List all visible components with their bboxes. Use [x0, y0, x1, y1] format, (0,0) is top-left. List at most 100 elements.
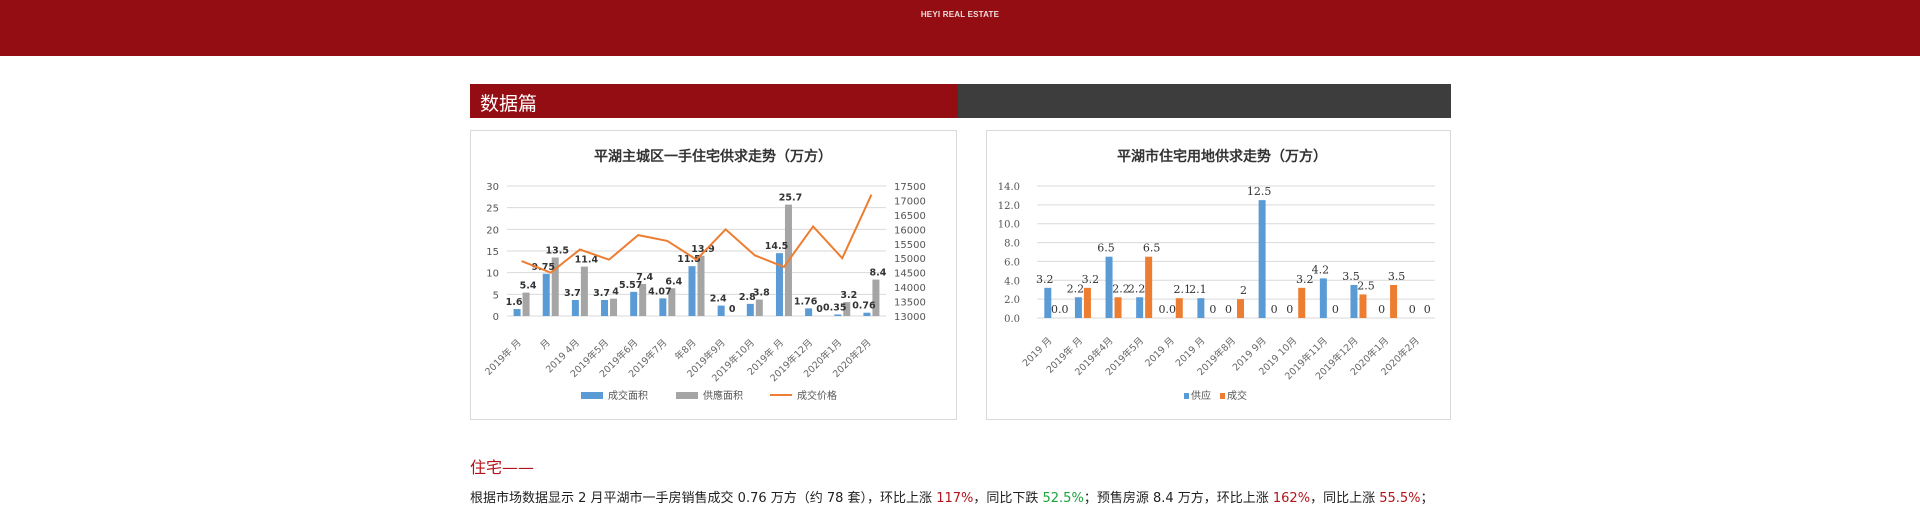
data-label: 14.5: [765, 241, 788, 252]
section-header: 数据篇: [470, 84, 1451, 118]
data-label: 3.7: [593, 288, 610, 299]
legend-label: 供应: [1191, 389, 1211, 402]
housing-subheading: 住宅——: [470, 458, 535, 477]
bar-deal-area: [834, 314, 842, 316]
data-label: 3.5: [1388, 270, 1406, 283]
y-tick-label: 10.0: [998, 220, 1020, 231]
x-tick-label: 2019 月: [1143, 335, 1177, 369]
data-label: 0.35: [823, 302, 846, 313]
y-tick-label: 10: [486, 269, 499, 280]
y-tick-label: 4.0: [1004, 276, 1020, 287]
bar-deal-area: [717, 305, 725, 316]
data-label: 3.7: [564, 288, 581, 299]
data-label: 3.8: [753, 288, 770, 299]
bar-deal: [1145, 256, 1153, 318]
legend-swatch-supply: [1184, 393, 1189, 399]
y2-tick-label: 17000: [894, 196, 926, 207]
bar-deal: [1298, 287, 1306, 318]
y-tick-label: 14.0: [998, 182, 1020, 193]
y-tick-label: 8.0: [1004, 239, 1020, 250]
bar-deal: [1175, 298, 1183, 318]
bar-supply-area: [610, 298, 618, 316]
land-supply-demand-chart: 平湖市住宅用地供求走势（万方） 0.0 2.0 4.0 6.0 8.0 10.0 12.0 14…: [998, 148, 1435, 402]
chart-panel-land: 平湖市住宅用地供求走势（万方） 0.0 2.0 4.0 6.0 8.0 10.0 12.0 14…: [986, 130, 1451, 420]
data-label: 1.6: [506, 297, 523, 308]
summary-text-3: ；预售房源 8.4 万方，环比上涨: [1083, 491, 1273, 506]
y-tick-label: 6.0: [1004, 257, 1020, 268]
legend-label: 供應面积: [703, 389, 743, 402]
bar-deal-area: [513, 309, 521, 316]
data-label: 6.5: [1097, 242, 1115, 255]
data-label: 7.4: [636, 272, 653, 283]
y2-tick-label: 14500: [894, 269, 926, 280]
bar-deal: [1359, 294, 1367, 318]
y-tick-label: 0: [493, 312, 499, 323]
y-tick-label: 15: [486, 247, 499, 258]
data-label: 0: [1271, 303, 1278, 316]
bar-deal: [1390, 285, 1398, 318]
data-label: 2.2: [1128, 282, 1146, 295]
data-label: 6.4: [665, 276, 682, 287]
data-label: 0.76: [852, 301, 876, 312]
bar-supply: [1136, 297, 1144, 318]
chart-panel-housing: 平湖主城区一手住宅供求走势（万方） 0 5 10 15 20 25 30 13000 13500 1…: [470, 130, 957, 420]
x-tick-label: 2019年 月: [483, 337, 524, 378]
bar-deal: [1114, 297, 1122, 318]
data-label: 6.5: [1143, 242, 1161, 255]
data-label: 0: [1424, 303, 1431, 316]
bar-supply: [1197, 298, 1205, 318]
bar-deal-area: [571, 299, 579, 316]
legend-swatch-deal: [581, 392, 603, 399]
bar-supply-area: [755, 299, 763, 316]
y2-tick-label: 16500: [894, 211, 926, 222]
data-label: 0: [1209, 303, 1216, 316]
data-label: 2.1: [1189, 283, 1207, 296]
bar-deal-area: [601, 299, 609, 316]
y-tick-label: 25: [486, 204, 499, 215]
data-label: 5.4: [520, 281, 537, 292]
summary-text-2: ，同比下跌: [973, 491, 1043, 506]
y-tick-label: 12.0: [998, 201, 1020, 212]
y2-tick-label: 17500: [894, 182, 926, 193]
data-label: 0: [1225, 303, 1232, 316]
y2-tick-label: 13000: [894, 312, 926, 323]
bar-deal-area: [659, 298, 667, 316]
summary-text-5: ；: [1420, 491, 1434, 506]
bar-deal-area: [805, 308, 813, 316]
y-tick-label: 20: [486, 225, 499, 236]
housing-supply-demand-chart: 平湖主城区一手住宅供求走势（万方） 0 5 10 15 20 25 30 13000 13500 1…: [483, 148, 926, 402]
section-title: 数据篇: [480, 93, 538, 115]
y2-tick-label: 13500: [894, 298, 926, 309]
yoy-supply-change: 55.5%: [1379, 491, 1421, 506]
mom-supply-change: 162%: [1272, 491, 1311, 506]
chart-title: 平湖主城区一手住宅供求走势（万方）: [594, 148, 832, 165]
data-label: 4.07: [648, 286, 671, 297]
data-label: 2.5: [1357, 279, 1375, 292]
chart-title: 平湖市住宅用地供求走势（万方）: [1117, 148, 1327, 165]
data-label: 0: [729, 304, 736, 315]
data-label: 0.0: [1051, 303, 1069, 316]
data-label: 0: [1409, 303, 1416, 316]
y-tick-label: 2.0: [1004, 295, 1020, 306]
legend-swatch-deal: [1220, 393, 1225, 399]
bar-deal: [1083, 287, 1091, 318]
legend-label: 成交面积: [608, 389, 648, 402]
data-label: 12.5: [1247, 185, 1272, 198]
data-label: 2.4: [710, 294, 727, 305]
y2-tick-label: 14000: [894, 283, 926, 294]
data-label: 3.2: [840, 290, 857, 301]
brand-label: HEYI REAL ESTATE: [920, 10, 1000, 19]
legend-swatch-supply: [676, 392, 698, 399]
mom-deal-change: 117%: [936, 491, 974, 506]
x-tick-label: 年8月: [672, 337, 698, 363]
bar-supply: [1258, 200, 1266, 318]
data-label: 1.76: [794, 296, 818, 307]
top-banner: HEYI REAL ESTATE: [0, 0, 1920, 56]
data-label: 4.2: [1312, 263, 1330, 276]
bar-deal-area: [775, 253, 783, 316]
housing-summary: 根据市场数据显示 2 月平湖市一手房销售成交 0.76 万方（约 78 套），环…: [470, 487, 1434, 506]
y-tick-label: 5: [493, 290, 499, 301]
summary-text-4: ，同比上涨: [1310, 491, 1380, 506]
data-label: 8.4: [870, 268, 887, 279]
y-tick-label: 0.0: [1004, 314, 1020, 325]
